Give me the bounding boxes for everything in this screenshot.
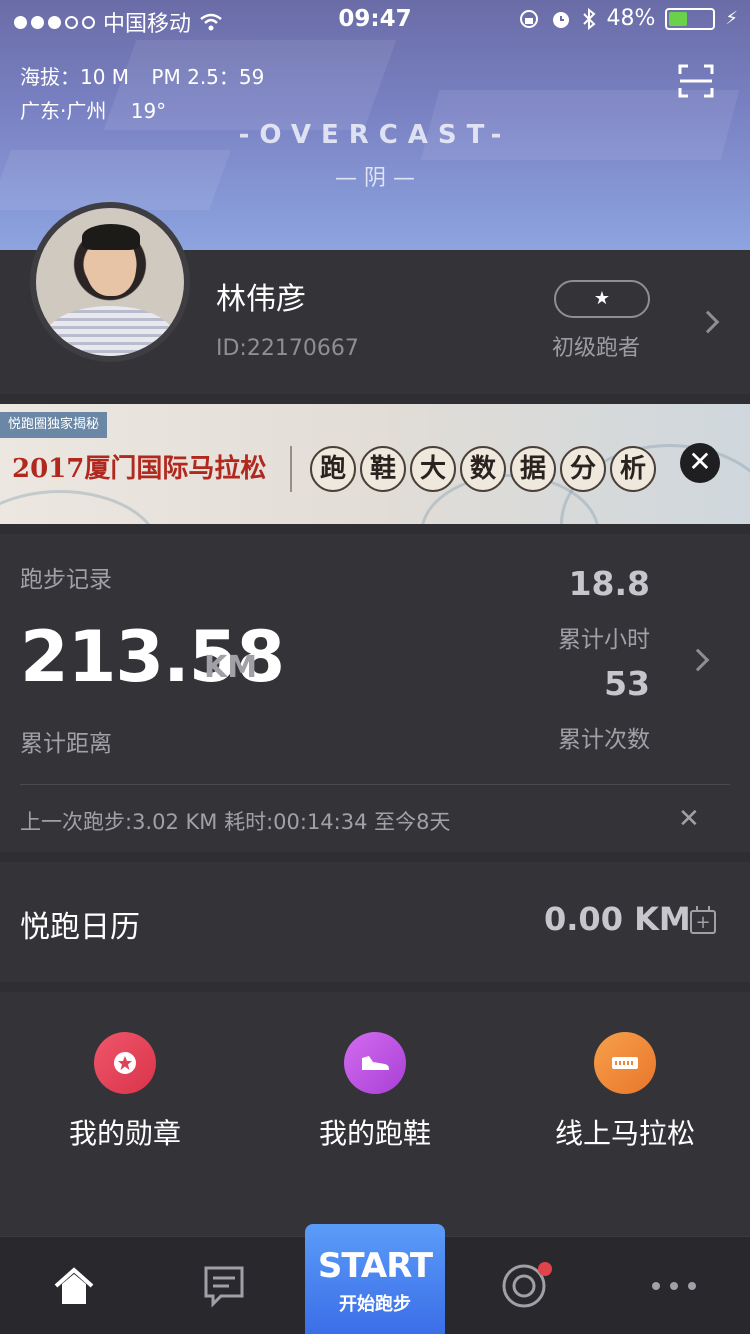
menu-label: 线上马拉松	[554, 1117, 695, 1150]
tab-home[interactable]	[24, 1237, 124, 1334]
start-label: START	[317, 1246, 433, 1286]
banner-divider	[290, 446, 292, 492]
banner-char: 分	[560, 446, 606, 492]
menu-label: 我的勋章	[68, 1117, 181, 1150]
battery-icon	[665, 7, 716, 30]
shoe-icon	[344, 1032, 406, 1094]
total-runs: 53	[604, 664, 650, 703]
run-records-card[interactable]: 跑步记录 213.58 KM 累计距离 18.8 累计小时 53 累计次数 上一…	[0, 534, 750, 852]
more-icon	[652, 1282, 696, 1290]
charging-icon: ⚡	[725, 8, 738, 29]
status-bar: 中国移动 09:47 48% ⚡	[0, 0, 750, 40]
start-run-button[interactable]: START 开始跑步	[305, 1224, 445, 1334]
notification-dot	[538, 1262, 552, 1276]
records-title: 跑步记录	[20, 567, 112, 593]
calendar-add-icon[interactable]	[690, 906, 716, 934]
altitude: 海拔：10 M	[20, 65, 130, 89]
message-icon	[204, 1266, 244, 1308]
tab-messages[interactable]	[174, 1237, 274, 1334]
level-badge: ★	[554, 280, 650, 318]
last-run-summary: 上一次跑步:3.02 KM 耗时:00:14:34 至今8天	[20, 810, 451, 834]
user-name: 林伟彦	[216, 282, 306, 317]
menu-item-shoes[interactable]: 我的跑鞋	[250, 1032, 500, 1152]
distance-unit: KM	[204, 650, 258, 685]
level-name: 初级跑者	[552, 336, 641, 361]
calendar-distance: 0.00 KM	[544, 900, 691, 938]
total-distance-label: 累计距离	[20, 731, 112, 757]
banner-title: 2017厦门国际马拉松	[12, 454, 267, 484]
profile-card[interactable]: 林伟彦 ID:22170667 ★ 初级跑者	[0, 202, 750, 394]
last-run-close-button[interactable]: ✕	[678, 804, 700, 834]
banner-close-button[interactable]: ✕	[680, 443, 720, 483]
banner-char: 大	[410, 446, 456, 492]
medal-icon	[94, 1032, 156, 1094]
menu-item-medals[interactable]: 我的勋章	[0, 1032, 250, 1152]
run-calendar-card[interactable]: 悦跑日历 0.00 KM	[0, 862, 750, 982]
bluetooth-icon	[583, 7, 596, 30]
banner-chars: 跑 鞋 大 数 据 分 析	[310, 446, 656, 492]
total-hours: 18.8	[568, 564, 650, 603]
total-runs-label: 累计次数	[558, 727, 650, 753]
menu-label: 我的跑鞋	[318, 1117, 431, 1150]
banner-char: 鞋	[360, 446, 406, 492]
banner-char: 据	[510, 446, 556, 492]
weather-info: 海拔：10 M PM 2.5：59 广东·广州 19°	[20, 60, 264, 128]
menu-item-online-marathon[interactable]: 线上马拉松	[500, 1032, 750, 1152]
calendar-title: 悦跑日历	[20, 910, 140, 945]
banner-tag: 悦跑圈独家揭秘	[0, 412, 108, 438]
tab-more[interactable]	[624, 1237, 724, 1334]
wave-decoration	[0, 490, 160, 524]
total-hours-label: 累计小时	[558, 627, 650, 653]
battery-percent: 48%	[606, 6, 656, 31]
pm25: PM 2.5：59	[151, 65, 265, 89]
ticket-icon	[594, 1032, 656, 1094]
alarm-icon	[553, 11, 570, 28]
weather-condition-en: -OVERCAST-	[238, 120, 512, 150]
avatar[interactable]	[30, 202, 190, 362]
start-sublabel: 开始跑步	[339, 1294, 411, 1315]
tab-discover[interactable]	[474, 1237, 574, 1334]
battery-level	[669, 11, 688, 26]
divider	[20, 784, 730, 785]
banner-char: 析	[610, 446, 656, 492]
rotation-lock-icon	[520, 9, 539, 28]
chevron-right-icon[interactable]	[696, 310, 720, 334]
weather-condition-cn: — 阴 —	[335, 166, 415, 191]
user-id: ID:22170667	[216, 336, 359, 361]
banner-char: 数	[460, 446, 506, 492]
feature-menu: 我的勋章 我的跑鞋 线上马拉松	[0, 992, 750, 1252]
chevron-right-icon[interactable]	[686, 648, 710, 672]
scan-icon[interactable]	[678, 64, 714, 98]
promo-banner[interactable]: 悦跑圈独家揭秘 2017厦门国际马拉松 跑 鞋 大 数 据 分 析	[0, 404, 750, 524]
banner-char: 跑	[310, 446, 356, 492]
home-icon	[54, 1267, 94, 1304]
